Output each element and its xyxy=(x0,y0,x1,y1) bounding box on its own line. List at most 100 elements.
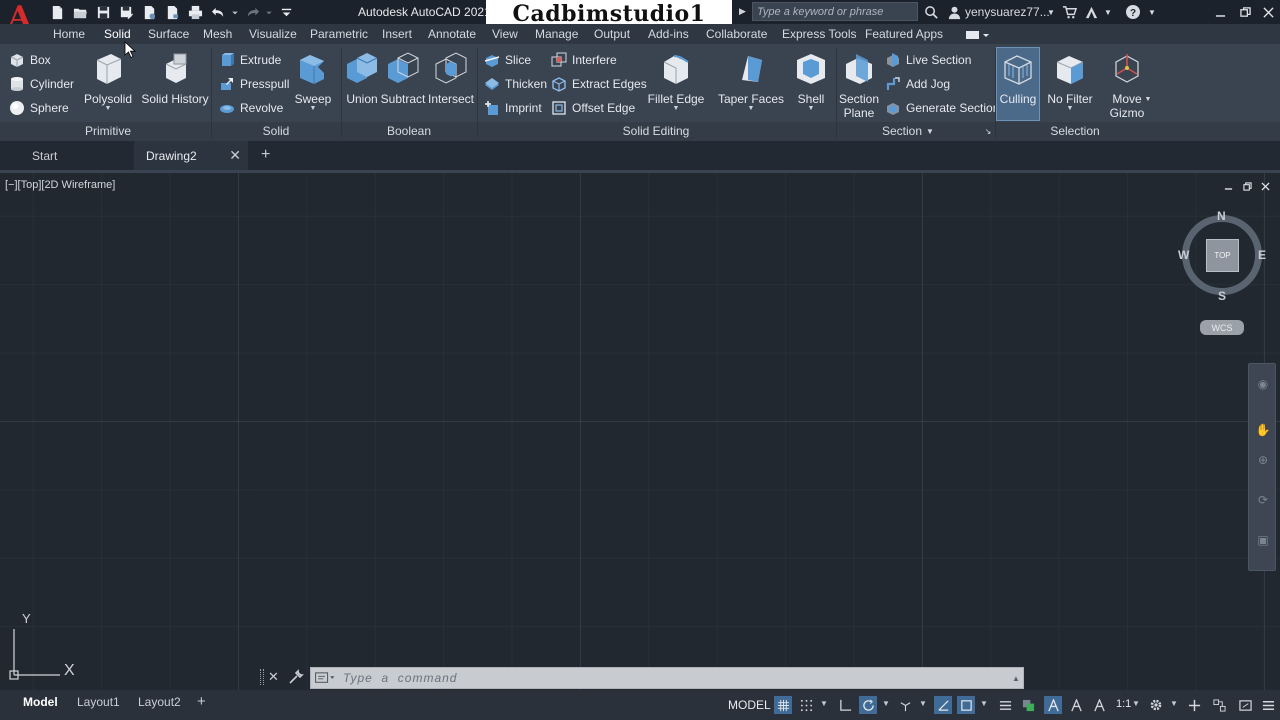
tab-add-ins[interactable]: Add-ins xyxy=(648,27,689,41)
tab-featured-apps[interactable]: Featured Apps xyxy=(865,27,943,41)
polysolid-button[interactable]: Polysolid ▼ xyxy=(84,50,132,112)
transparency-icon[interactable] xyxy=(1019,696,1037,714)
compass-east[interactable]: E xyxy=(1258,248,1266,262)
close-window-icon[interactable] xyxy=(1256,2,1280,22)
tab-visualize[interactable]: Visualize xyxy=(249,27,297,41)
thicken-button[interactable]: Thicken xyxy=(484,74,547,94)
new-file-icon[interactable] xyxy=(46,3,68,21)
search-icon[interactable] xyxy=(922,3,940,21)
tab-surface[interactable]: Surface xyxy=(148,27,189,41)
boolean-panel-label[interactable]: Boolean xyxy=(372,124,446,138)
intersect-button[interactable]: Intersect xyxy=(428,50,474,106)
section-panel-launcher-icon[interactable]: ↘ xyxy=(984,127,992,136)
cylinder-button[interactable]: Cylinder xyxy=(9,74,74,94)
restore-icon[interactable] xyxy=(1233,2,1257,22)
sweep-dropdown-icon[interactable]: ▼ xyxy=(310,105,317,112)
snap-icon[interactable] xyxy=(797,696,815,714)
extrude-button[interactable]: Extrude xyxy=(219,50,281,70)
open-folder-icon[interactable] xyxy=(69,3,91,21)
redo-dropdown-icon[interactable] xyxy=(264,3,274,21)
sweep-button[interactable]: Sweep ▼ xyxy=(294,50,332,112)
isodraft-icon[interactable] xyxy=(896,696,914,714)
save-icon[interactable] xyxy=(92,3,114,21)
taper-faces-dropdown-icon[interactable]: ▼ xyxy=(748,105,755,112)
user-name[interactable]: yenysuarez77... xyxy=(965,5,1050,19)
auto-scale-icon[interactable] xyxy=(1067,696,1085,714)
tab-express-tools[interactable]: Express Tools xyxy=(782,27,856,41)
command-prompt-icon[interactable] xyxy=(311,668,339,688)
presspull-button[interactable]: Presspull xyxy=(219,74,289,94)
customization-menu-icon[interactable] xyxy=(1259,696,1277,714)
primitive-panel-label[interactable]: Primitive xyxy=(60,124,156,138)
undo-dropdown-icon[interactable] xyxy=(230,3,240,21)
layout-tab-layout2[interactable]: Layout2 xyxy=(138,695,181,709)
polar-tracking-icon[interactable] xyxy=(859,696,877,714)
command-line-grip[interactable] xyxy=(260,669,264,685)
polysolid-dropdown-icon[interactable]: ▼ xyxy=(105,105,112,112)
help-search-input[interactable] xyxy=(752,2,918,21)
workspace-gear-icon[interactable] xyxy=(1147,696,1165,714)
close-tab-icon[interactable]: ✕ xyxy=(229,147,241,164)
object-snap-tracking-icon[interactable] xyxy=(934,696,952,714)
live-section-button[interactable]: Live Section xyxy=(885,50,971,70)
culling-button[interactable]: Culling xyxy=(996,47,1040,121)
minimize-icon[interactable] xyxy=(1208,2,1232,22)
slice-button[interactable]: Slice xyxy=(484,50,531,70)
object-snap-icon[interactable] xyxy=(957,696,975,714)
pan-icon[interactable]: ✋ xyxy=(1255,422,1271,438)
no-filter-button[interactable]: No Filter ▼ xyxy=(1046,50,1094,112)
union-button[interactable]: Union xyxy=(344,50,380,106)
help-dropdown-icon[interactable]: ▼ xyxy=(1143,3,1161,21)
imprint-button[interactable]: Imprint xyxy=(484,98,542,118)
object-snap-dropdown-icon[interactable]: ▼ xyxy=(980,699,988,708)
snap-dropdown-icon[interactable]: ▼ xyxy=(820,699,828,708)
subtract-button[interactable]: Subtract xyxy=(381,50,425,106)
tab-solid[interactable]: Solid xyxy=(104,27,131,41)
revolve-button[interactable]: Revolve xyxy=(219,98,283,118)
a360-dropdown-icon[interactable]: ▼ xyxy=(1099,3,1117,21)
new-tab-plus-icon[interactable]: + xyxy=(261,146,270,164)
save-to-web-icon[interactable] xyxy=(161,3,183,21)
sphere-button[interactable]: Sphere xyxy=(9,98,69,118)
annotation-visibility-icon[interactable] xyxy=(1044,696,1062,714)
extract-edges-button[interactable]: Extract Edges xyxy=(551,74,647,94)
interfere-button[interactable]: Interfere xyxy=(551,50,617,70)
drawing-viewport[interactable]: [−][Top][2D Wireframe] TOP N S E W WCS ◉… xyxy=(0,173,1280,690)
solid-history-button[interactable]: Solid History xyxy=(141,50,209,106)
offset-edge-button[interactable]: Offset Edge xyxy=(551,98,635,118)
command-customize-wrench-icon[interactable] xyxy=(288,669,304,685)
annotation-scale-value[interactable]: 1:1 xyxy=(1116,698,1131,710)
command-input[interactable] xyxy=(339,669,1009,687)
tab-collaborate[interactable]: Collaborate xyxy=(706,27,767,41)
cart-icon[interactable] xyxy=(1060,3,1078,21)
ortho-icon[interactable] xyxy=(836,696,854,714)
taper-faces-button[interactable]: Taper Faces ▼ xyxy=(718,50,784,112)
user-dropdown-icon[interactable]: ▼ xyxy=(1042,3,1060,21)
save-as-icon[interactable] xyxy=(115,3,137,21)
compass-south[interactable]: S xyxy=(1218,289,1226,303)
plot-icon[interactable] xyxy=(184,3,206,21)
help-icon[interactable]: ? xyxy=(1124,3,1142,21)
clean-screen-icon[interactable] xyxy=(1236,696,1254,714)
add-jog-button[interactable]: Add Jog xyxy=(885,74,950,94)
viewport-controls-label[interactable]: [−][Top][2D Wireframe] xyxy=(5,179,115,191)
expand-arrow-icon[interactable]: ▶ xyxy=(739,6,749,18)
new-layout-plus-icon[interactable]: + xyxy=(197,693,206,710)
viewport-restore-icon[interactable] xyxy=(1240,180,1254,192)
polar-dropdown-icon[interactable]: ▼ xyxy=(882,699,890,708)
tab-mesh[interactable]: Mesh xyxy=(203,27,232,41)
shell-button[interactable]: Shell ▼ xyxy=(794,50,828,112)
fillet-edge-button[interactable]: Fillet Edge ▼ xyxy=(648,50,704,112)
tab-annotate[interactable]: Annotate xyxy=(428,27,476,41)
section-panel-label[interactable]: Section xyxy=(874,124,930,138)
selection-panel-label[interactable]: Selection xyxy=(1036,124,1114,138)
undo-icon[interactable] xyxy=(207,3,229,21)
viewcube-top-face[interactable]: TOP xyxy=(1206,239,1239,272)
steering-wheel-icon[interactable]: ◉ xyxy=(1255,376,1271,392)
orbit-icon[interactable]: ⟳ xyxy=(1255,492,1271,508)
move-gizmo-dropdown-icon[interactable]: ▼ xyxy=(1144,96,1152,103)
solid-editing-panel-label[interactable]: Solid Editing xyxy=(612,124,700,138)
section-plane-button[interactable]: Section Plane xyxy=(838,50,880,120)
tab-view[interactable]: View xyxy=(492,27,518,41)
fillet-edge-dropdown-icon[interactable]: ▼ xyxy=(673,105,680,112)
